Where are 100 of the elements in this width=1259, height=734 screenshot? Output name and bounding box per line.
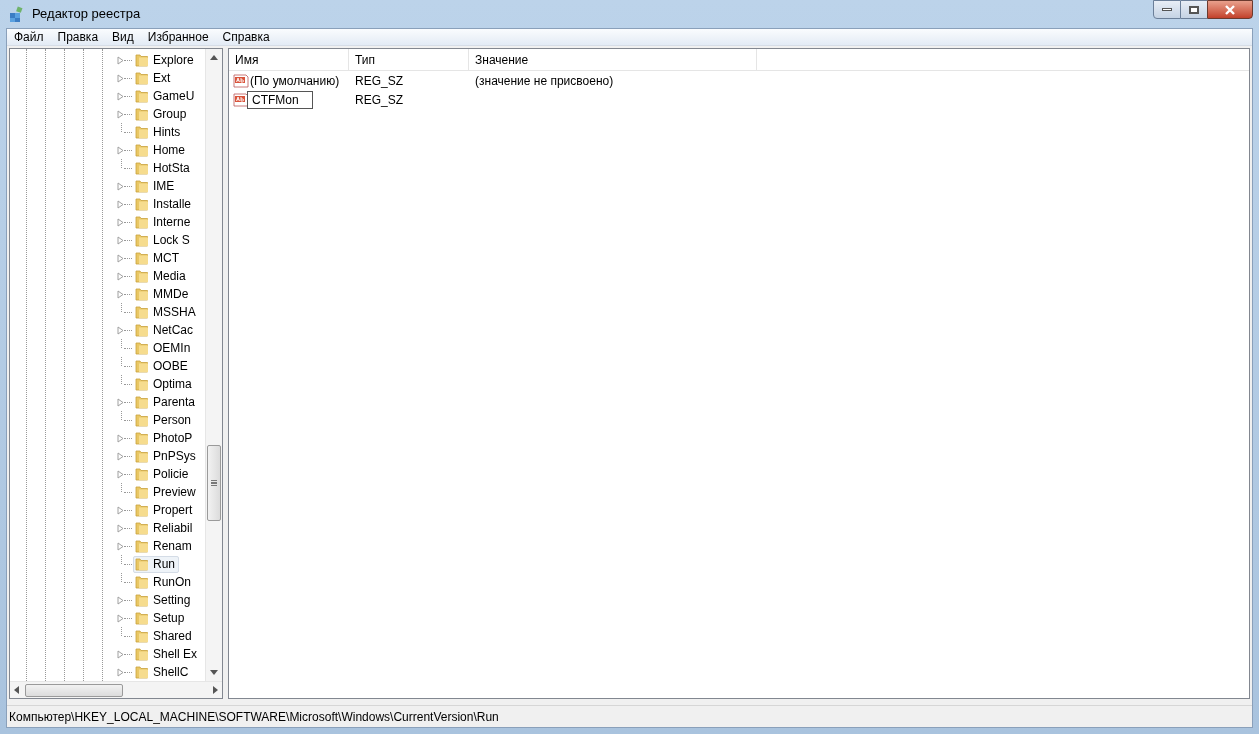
tree-item[interactable]: Hints (133, 123, 185, 141)
tree-item[interactable]: Shell Ex (133, 645, 202, 663)
folder-icon (134, 142, 150, 158)
folder-icon (134, 610, 150, 626)
tree-item[interactable]: Installe (133, 195, 196, 213)
folder-icon (134, 286, 150, 302)
tree-item[interactable]: ShellC (133, 663, 193, 681)
column-header[interactable]: Значение (469, 49, 757, 71)
folder-icon (134, 628, 150, 644)
tree-item[interactable]: Propert (133, 501, 197, 519)
tree-item[interactable]: MMDe (133, 285, 193, 303)
tree-item[interactable]: MCT (133, 249, 183, 267)
scroll-thumb[interactable] (207, 445, 221, 521)
column-header[interactable]: Тип (349, 49, 469, 71)
table-cell: REG_SZ (355, 73, 403, 88)
close-button[interactable] (1207, 0, 1253, 19)
folder-icon (134, 322, 150, 338)
tree-item[interactable]: OOBE (133, 357, 192, 375)
folder-icon (134, 520, 150, 536)
tree-item[interactable]: Home (133, 141, 189, 159)
table-cell: (значение не присвоено) (475, 73, 614, 88)
tree-item[interactable]: Optima (133, 375, 196, 393)
folder-icon (134, 502, 150, 518)
menu-item[interactable]: Справка (215, 28, 277, 46)
tree-item[interactable]: NetCac (133, 321, 197, 339)
close-icon (1224, 4, 1236, 15)
folder-icon (134, 394, 150, 410)
folder-icon (134, 196, 150, 212)
tree-item[interactable]: IME (133, 177, 179, 195)
tree-item[interactable]: Setup (133, 609, 189, 627)
folder-icon (134, 70, 150, 86)
tree-item[interactable]: RunOn (133, 573, 196, 591)
vertical-scrollbar[interactable] (205, 49, 222, 681)
folder-icon (134, 52, 150, 68)
menu-item[interactable]: Правка (50, 28, 106, 46)
folder-icon (134, 376, 150, 392)
tree-item[interactable]: Preview (133, 483, 200, 501)
folder-icon (134, 268, 150, 284)
name-edit-field[interactable]: CTFMon (247, 90, 313, 109)
folder-icon (134, 340, 150, 356)
tree-item[interactable]: Policie (133, 465, 193, 483)
minimize-icon (1162, 8, 1172, 11)
tree-item[interactable]: HotSta (133, 159, 194, 177)
menu-item[interactable]: Вид (105, 28, 141, 46)
minimize-button[interactable] (1153, 0, 1181, 19)
menu-item[interactable]: Файл (7, 28, 51, 46)
expand-arrow-icon[interactable] (117, 145, 124, 155)
tree-item[interactable]: Ext (133, 69, 175, 87)
tree-item[interactable]: Interne (133, 213, 195, 231)
folder-icon (134, 106, 150, 122)
tree-item[interactable]: Group (133, 105, 191, 123)
folder-icon (134, 448, 150, 464)
folder-icon (134, 466, 150, 482)
tree-item[interactable]: Lock S (133, 231, 194, 249)
folder-icon (134, 232, 150, 248)
table-cell-text: (По умолчанию) (250, 72, 340, 90)
maximize-icon (1189, 5, 1199, 14)
folder-icon (134, 412, 150, 428)
folder-icon (134, 124, 150, 140)
window-title: Редактор реестра (32, 5, 141, 24)
status-path: Компьютер\HKEY_LOCAL_MACHINE\SOFTWARE\Microsoft\Windows\CurrentVersion\Run (9, 708, 499, 726)
expand-arrow-icon[interactable] (117, 397, 124, 407)
tree-item[interactable]: PhotoP (133, 429, 197, 447)
folder-icon (134, 358, 150, 374)
tree-item[interactable]: Reliabil (133, 519, 197, 537)
string-value-icon (233, 91, 249, 108)
maximize-button[interactable] (1181, 0, 1207, 19)
tree-item[interactable]: Person (133, 411, 196, 429)
folder-icon (134, 484, 150, 500)
expand-arrow-icon[interactable] (117, 325, 124, 335)
scroll-left-icon[interactable] (14, 686, 19, 694)
menu-item[interactable]: Избранное (140, 28, 216, 46)
tree-item[interactable]: OEMIn (133, 339, 195, 357)
folder-icon (134, 556, 150, 572)
tree-item[interactable]: Setting (133, 591, 195, 609)
folder-icon (134, 574, 150, 590)
folder-icon (134, 592, 150, 608)
tree-item[interactable]: Renam (133, 537, 196, 555)
tree-item[interactable]: Parenta (133, 393, 200, 411)
tree-item[interactable]: Explore (133, 51, 198, 69)
tree-item[interactable]: Run (133, 555, 179, 573)
table-cell: REG_SZ (355, 92, 403, 107)
column-header[interactable]: Имя (229, 49, 349, 71)
scroll-down-icon[interactable] (210, 670, 218, 675)
folder-icon (134, 160, 150, 176)
folder-icon (134, 250, 150, 266)
scroll-thumb[interactable] (25, 683, 123, 697)
scroll-right-icon[interactable] (213, 686, 218, 694)
folder-icon (134, 178, 150, 194)
scroll-up-icon[interactable] (210, 55, 218, 60)
tree-item[interactable]: MSSHA (133, 303, 200, 321)
horizontal-scrollbar[interactable] (10, 681, 222, 698)
folder-icon (134, 304, 150, 320)
tree-item[interactable]: PnPSys (133, 447, 200, 465)
folder-icon (134, 664, 150, 680)
folder-icon (134, 430, 150, 446)
tree-item[interactable]: Media (133, 267, 190, 285)
folder-icon (134, 538, 150, 554)
tree-item[interactable]: GameU (133, 87, 199, 105)
tree-item[interactable]: Shared (133, 627, 196, 645)
